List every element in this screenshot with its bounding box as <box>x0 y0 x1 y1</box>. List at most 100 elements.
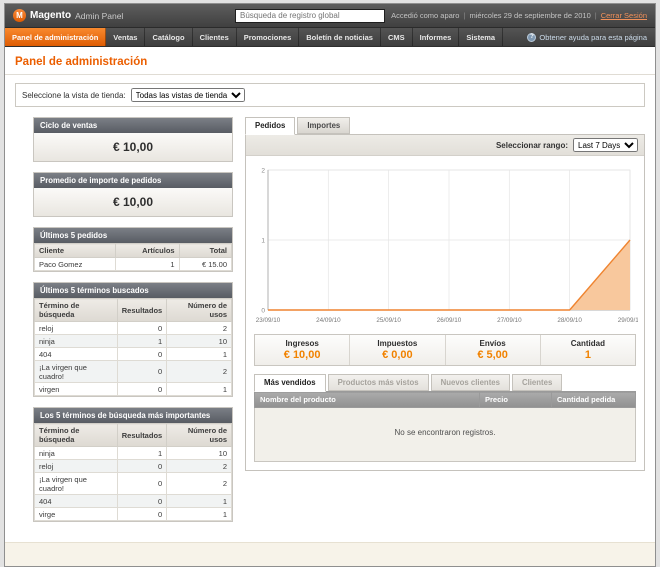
range-label: Seleccionar rango: <box>496 141 568 150</box>
total-cantidad: Cantidad1 <box>540 335 635 365</box>
tab-importes[interactable]: Importes <box>297 117 350 134</box>
svg-text:27/09/10: 27/09/10 <box>497 317 522 324</box>
tab-productos-m-s-vistos[interactable]: Productos más vistos <box>328 374 429 391</box>
table-cell: 0 <box>117 460 166 473</box>
nav-item-sistema[interactable]: Sistema <box>459 28 503 46</box>
column-header: Número de usos <box>167 424 232 447</box>
table-cell: ninja <box>35 447 118 460</box>
logout-link[interactable]: Cerrar Sesión <box>601 11 647 20</box>
table-cell: 0 <box>117 383 166 396</box>
svg-text:29/09/10: 29/09/10 <box>618 317 638 324</box>
logged-in-as: Accedió como aparo <box>391 11 459 20</box>
help-link[interactable]: ? Obtener ayuda para esta página <box>519 28 655 46</box>
range-bar: Seleccionar rango: Last 7 Days <box>246 135 644 156</box>
table-cell: 2 <box>167 322 232 335</box>
nav-item-ventas[interactable]: Ventas <box>106 28 145 46</box>
empty-message: No se encontraron registros. <box>255 408 636 462</box>
svg-text:1: 1 <box>261 237 265 244</box>
column-header: Artículos <box>115 244 179 258</box>
table-cell: reloj <box>35 460 118 473</box>
block-title: Últimos 5 pedidos <box>34 228 232 243</box>
orders-chart: 01223/09/1024/09/1025/09/1026/09/1027/09… <box>252 162 638 326</box>
table-cell: ¡La virgen que cuadro! <box>35 473 118 495</box>
tab-nuevos-clientes[interactable]: Nuevos clientes <box>431 374 510 391</box>
table-row: virge01 <box>35 508 232 521</box>
svg-text:2: 2 <box>261 167 265 174</box>
nav-item-promociones[interactable]: Promociones <box>237 28 300 46</box>
nav-item-panel-de-administraci-n[interactable]: Panel de administración <box>5 28 106 46</box>
table-cell: 1 <box>117 447 166 460</box>
column-header: Precio <box>480 392 552 408</box>
page-title: Panel de administración <box>15 56 645 68</box>
table-cell: 0 <box>117 348 166 361</box>
last-search-terms-block: Últimos 5 términos buscados Término de b… <box>33 282 233 397</box>
nav-item-informes[interactable]: Informes <box>413 28 460 46</box>
column-header: Término de búsqueda <box>35 299 118 322</box>
svg-text:25/09/10: 25/09/10 <box>376 317 401 324</box>
tab-pedidos[interactable]: Pedidos <box>245 117 295 135</box>
report-tabs: Más vendidosProductos más vistosNuevos c… <box>254 374 636 391</box>
content: Panel de administración Seleccione la vi… <box>5 47 655 566</box>
nav-item-clientes[interactable]: Clientes <box>193 28 237 46</box>
average-order-block: Promedio de importe de pedidos € 10,00 <box>33 172 233 217</box>
total-ingresos: Ingresos€ 10,00 <box>255 335 349 365</box>
left-column: Ciclo de ventas € 10,00 Promedio de impo… <box>33 117 233 532</box>
footer-strip <box>5 542 655 566</box>
lifetime-sales-block: Ciclo de ventas € 10,00 <box>33 117 233 162</box>
table-cell: 2 <box>167 361 232 383</box>
total-value: € 10,00 <box>257 349 347 361</box>
store-view-label: Seleccione la vista de tienda: <box>22 91 126 100</box>
page-head: Panel de administración <box>5 47 655 75</box>
table-cell: 2 <box>167 473 232 495</box>
separator: | <box>595 11 597 20</box>
table-cell: 1 <box>167 348 232 361</box>
top-header: M Magento Admin Panel Accedió como aparo… <box>5 4 655 28</box>
table-cell: 10 <box>167 335 232 348</box>
table-cell: virgen <box>35 383 118 396</box>
column-header: Nombre del producto <box>255 392 480 408</box>
table-cell: 1 <box>167 495 232 508</box>
column-header: Término de búsqueda <box>35 424 118 447</box>
table-row: reloj02 <box>35 460 232 473</box>
column-header: Número de usos <box>167 299 232 322</box>
table-row: 40401 <box>35 495 232 508</box>
chart-area: 01223/09/1024/09/1025/09/1026/09/1027/09… <box>246 156 644 328</box>
svg-text:28/09/10: 28/09/10 <box>557 317 582 324</box>
table-cell: 1 <box>117 335 166 348</box>
empty-row: No se encontraron registros. <box>255 408 636 462</box>
nav-items: Panel de administraciónVentasCatálogoCli… <box>5 28 503 46</box>
last-search-terms-table: Término de búsquedaResultadosNúmero de u… <box>34 298 232 396</box>
tab-m-s-vendidos[interactable]: Más vendidos <box>254 374 326 392</box>
table-cell: ¡La virgen que cuadro! <box>35 361 118 383</box>
nav-item-bolet-n-de-noticias[interactable]: Boletín de noticias <box>299 28 381 46</box>
svg-text:0: 0 <box>261 307 265 314</box>
column-header: Total <box>179 244 231 258</box>
table-cell: 1 <box>167 383 232 396</box>
main-nav: Panel de administraciónVentasCatálogoCli… <box>5 28 655 47</box>
svg-text:23/09/10: 23/09/10 <box>256 317 281 324</box>
table-cell: 0 <box>117 361 166 383</box>
total-value: € 5,00 <box>448 349 538 361</box>
global-search-input[interactable] <box>235 9 385 23</box>
table-cell: 0 <box>117 322 166 335</box>
range-select[interactable]: Last 7 Days <box>573 138 638 152</box>
average-order-value: € 10,00 <box>34 188 232 216</box>
table-cell: Paco Gomez <box>35 258 116 271</box>
total-label: Impuestos <box>352 339 442 348</box>
nav-item-cms[interactable]: CMS <box>381 28 413 46</box>
table-cell: 10 <box>167 447 232 460</box>
separator: | <box>463 11 465 20</box>
table-cell: 0 <box>117 508 166 521</box>
total-label: Cantidad <box>543 339 633 348</box>
store-view-bar: Seleccione la vista de tienda: Todas las… <box>15 83 645 107</box>
column-header: Resultados <box>117 299 166 322</box>
nav-item-cat-logo[interactable]: Catálogo <box>145 28 192 46</box>
store-view-select[interactable]: Todas las vistas de tienda <box>131 88 245 102</box>
brand: M Magento Admin Panel <box>13 9 213 22</box>
tab-clientes[interactable]: Clientes <box>512 374 562 391</box>
table-row: reloj02 <box>35 322 232 335</box>
table-row: ninja110 <box>35 447 232 460</box>
last-orders-table: ClienteArtículosTotalPaco Gomez1€ 15.00 <box>34 243 232 271</box>
total-impuestos: Impuestos€ 0,00 <box>349 335 444 365</box>
table-row: ninja110 <box>35 335 232 348</box>
